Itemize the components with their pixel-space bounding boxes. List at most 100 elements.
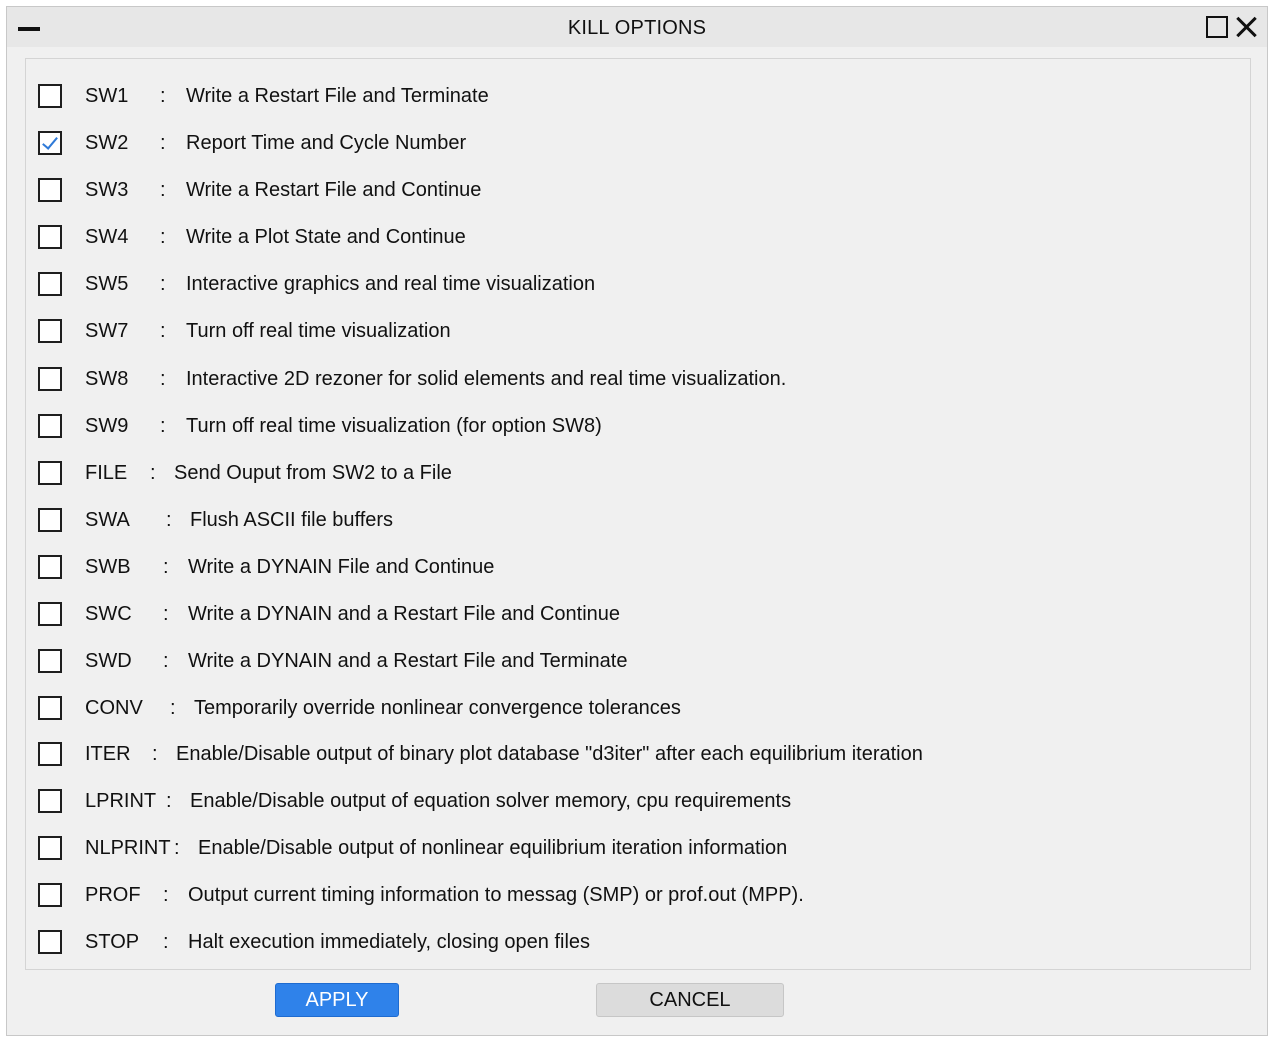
option-row-sw4[interactable]: SW4: Write a Plot State and Continue — [26, 222, 1250, 258]
option-row-swa[interactable]: SWA: Flush ASCII file buffers — [26, 505, 1250, 541]
option-row-conv[interactable]: CONV: Temporarily override nonlinear conv… — [26, 693, 1250, 729]
option-description: Enable/Disable output of nonlinear equil… — [198, 837, 788, 859]
option-row-sw9[interactable]: SW9: Turn off real time visualization (fo… — [26, 411, 1250, 447]
checkbox-sw8[interactable] — [38, 367, 62, 391]
checkbox-prof[interactable] — [38, 883, 62, 907]
option-row-sw1[interactable]: SW1: Write a Restart File and Terminate — [26, 81, 1250, 117]
checkbox-sw4[interactable] — [38, 225, 62, 249]
close-icon[interactable] — [1233, 13, 1261, 41]
option-code: SWC — [85, 603, 132, 625]
option-separator: : — [174, 837, 180, 859]
option-description: Interactive 2D rezoner for solid element… — [186, 368, 787, 390]
option-row-prof[interactable]: PROF: Output current timing information t… — [26, 880, 1250, 916]
option-code: SW8 — [85, 368, 129, 390]
checkbox-sw1[interactable] — [38, 84, 62, 108]
option-description: Turn off real time visualization (for op… — [186, 415, 602, 437]
title-bar: KILL OPTIONS — [7, 7, 1267, 47]
checkbox-sw7[interactable] — [38, 319, 62, 343]
option-separator: : — [163, 931, 169, 953]
option-separator: : — [152, 743, 158, 765]
checkbox-swd[interactable] — [38, 649, 62, 673]
option-description: Enable/Disable output of equation solver… — [190, 790, 792, 812]
checkbox-stop[interactable] — [38, 930, 62, 954]
option-code: FILE — [85, 462, 128, 484]
checkbox-swb[interactable] — [38, 555, 62, 579]
option-row-stop[interactable]: STOP: Halt execution immediately, closing… — [26, 927, 1250, 963]
checkbox-swa[interactable] — [38, 508, 62, 532]
checkbox-iter[interactable] — [38, 742, 62, 766]
option-code: SWD — [85, 650, 132, 672]
option-row-iter[interactable]: ITER: Enable/Disable output of binary plo… — [26, 739, 1250, 775]
option-code: SW7 — [85, 320, 129, 342]
option-description: Output current timing information to mes… — [188, 884, 804, 906]
option-description: Write a DYNAIN File and Continue — [188, 556, 495, 578]
option-separator: : — [160, 320, 166, 342]
checkbox-nlprint[interactable] — [38, 836, 62, 860]
cancel-button[interactable]: CANCEL — [596, 983, 784, 1017]
option-row-file[interactable]: FILE: Send Ouput from SW2 to a File — [26, 458, 1250, 494]
option-code: LPRINT — [85, 790, 157, 812]
checkbox-sw2[interactable] — [38, 131, 62, 155]
option-code: SWA — [85, 509, 130, 531]
option-code: SW9 — [85, 415, 129, 437]
option-row-sw7[interactable]: SW7: Turn off real time visualization — [26, 316, 1250, 352]
option-row-nlprint[interactable]: NLPRINT: Enable/Disable output of nonline… — [26, 833, 1250, 869]
option-row-lprint[interactable]: LPRINT: Enable/Disable output of equation… — [26, 786, 1250, 822]
option-description: Send Ouput from SW2 to a File — [174, 462, 452, 484]
option-code: CONV — [85, 697, 143, 719]
option-description: Flush ASCII file buffers — [190, 509, 394, 531]
option-code: SWB — [85, 556, 131, 578]
option-separator: : — [166, 509, 172, 531]
checkbox-sw3[interactable] — [38, 178, 62, 202]
option-separator: : — [150, 462, 156, 484]
option-description: Temporarily override nonlinear convergen… — [194, 697, 681, 719]
option-code: SW3 — [85, 179, 129, 201]
option-separator: : — [160, 226, 166, 248]
option-description: Report Time and Cycle Number — [186, 132, 467, 154]
option-row-sw3[interactable]: SW3: Write a Restart File and Continue — [26, 175, 1250, 211]
checkbox-sw9[interactable] — [38, 414, 62, 438]
option-description: Turn off real time visualization — [186, 320, 451, 342]
option-code: NLPRINT — [85, 837, 171, 859]
option-separator: : — [160, 368, 166, 390]
option-description: Interactive graphics and real time visua… — [186, 273, 596, 295]
option-description: Enable/Disable output of binary plot dat… — [176, 743, 923, 765]
option-description: Write a Restart File and Terminate — [186, 85, 489, 107]
option-description: Write a Plot State and Continue — [186, 226, 466, 248]
option-description: Halt execution immediately, closing open… — [188, 931, 591, 953]
option-row-swd[interactable]: SWD: Write a DYNAIN and a Restart File an… — [26, 646, 1250, 682]
option-separator: : — [163, 650, 169, 672]
option-separator: : — [163, 556, 169, 578]
option-row-sw5[interactable]: SW5: Interactive graphics and real time v… — [26, 269, 1250, 305]
option-row-sw8[interactable]: SW8: Interactive 2D rezoner for solid ele… — [26, 364, 1250, 400]
option-separator: : — [160, 132, 166, 154]
option-separator: : — [163, 884, 169, 906]
checkbox-lprint[interactable] — [38, 789, 62, 813]
checkbox-file[interactable] — [38, 461, 62, 485]
option-row-swc[interactable]: SWC: Write a DYNAIN and a Restart File an… — [26, 599, 1250, 635]
dialog-title: KILL OPTIONS — [567, 17, 707, 39]
option-code: SW1 — [85, 85, 129, 107]
option-separator: : — [163, 603, 169, 625]
option-description: Write a DYNAIN and a Restart File and Te… — [188, 650, 628, 672]
kill-options-dialog: KILL OPTIONS SW1: Write a Restart File an… — [6, 6, 1268, 1036]
apply-button[interactable]: APPLY — [275, 983, 399, 1017]
option-separator: : — [160, 415, 166, 437]
options-panel: SW1: Write a Restart File and Terminate SW… — [25, 58, 1251, 970]
option-code: SW4 — [85, 226, 129, 248]
option-separator: : — [160, 179, 166, 201]
checkbox-sw5[interactable] — [38, 272, 62, 296]
option-separator: : — [160, 85, 166, 107]
option-code: SW5 — [85, 273, 129, 295]
option-separator: : — [166, 790, 172, 812]
option-code: ITER — [85, 743, 131, 765]
option-separator: : — [160, 273, 166, 295]
option-row-sw2[interactable]: SW2: Report Time and Cycle Number — [26, 128, 1250, 164]
option-row-swb[interactable]: SWB: Write a DYNAIN File and Continue — [26, 552, 1250, 588]
option-code: PROF — [85, 884, 141, 906]
maximize-icon[interactable] — [1206, 16, 1228, 38]
checkbox-swc[interactable] — [38, 602, 62, 626]
checkbox-conv[interactable] — [38, 696, 62, 720]
option-code: SW2 — [85, 132, 129, 154]
option-code: STOP — [85, 931, 140, 953]
